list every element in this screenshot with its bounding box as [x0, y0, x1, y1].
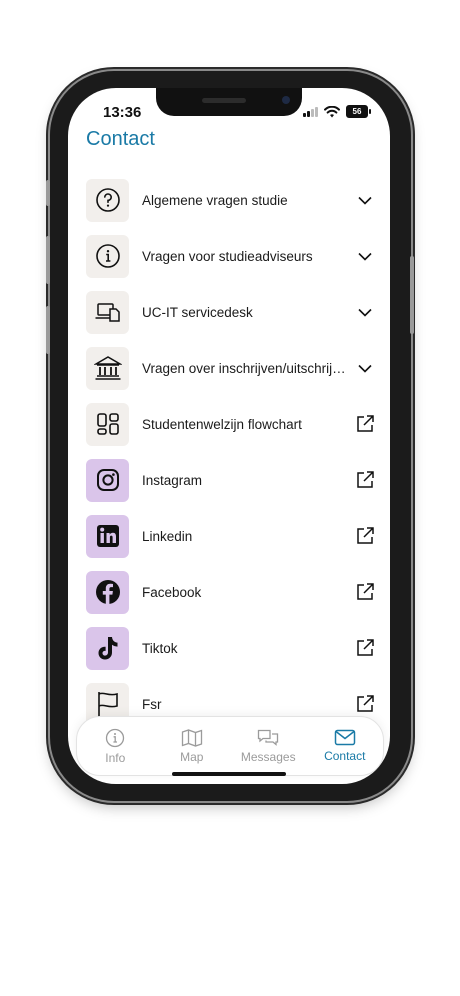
- mail-icon: [334, 729, 355, 746]
- list-item-label: Vragen voor studieadviseurs: [142, 248, 313, 264]
- contact-list: Algemene vragen studie Vragen voor studi…: [68, 172, 390, 732]
- status-icons: 56: [303, 105, 371, 118]
- wifi-icon: [324, 105, 340, 117]
- list-item-label: Facebook: [142, 584, 202, 600]
- chevron-down-icon[interactable]: [354, 189, 376, 211]
- external-link-icon[interactable]: [354, 469, 376, 491]
- list-item[interactable]: Vragen over inschrijven/uitschrijven: [68, 340, 390, 396]
- home-indicator[interactable]: [172, 772, 286, 776]
- chevron-down-icon[interactable]: [354, 301, 376, 323]
- list-item[interactable]: Studentenwelzijn flowchart: [68, 396, 390, 452]
- external-link-icon[interactable]: [354, 525, 376, 547]
- mute-switch: [46, 180, 50, 206]
- notch: [156, 88, 302, 116]
- status-time: 13:36: [103, 104, 142, 121]
- linkedin-icon: [86, 514, 129, 558]
- list-item[interactable]: Linkedin: [68, 508, 390, 564]
- tab-contact-label: Contact: [324, 749, 366, 763]
- list-item[interactable]: Tiktok: [68, 620, 390, 676]
- map-icon: [181, 728, 202, 747]
- chat-icon: [258, 729, 279, 746]
- grid-icon: [86, 402, 129, 446]
- tab-map-label: Map: [180, 749, 204, 764]
- facebook-icon: [86, 570, 129, 614]
- volume-down-button: [46, 306, 50, 354]
- tab-map[interactable]: Map: [154, 717, 231, 775]
- external-link-icon[interactable]: [354, 637, 376, 659]
- chevron-down-icon[interactable]: [354, 357, 376, 379]
- list-item[interactable]: Facebook: [68, 564, 390, 620]
- list-item-label: Vragen over inschrijven/uitschrijven: [142, 360, 348, 376]
- external-link-icon[interactable]: [354, 413, 376, 435]
- power-button: [410, 256, 414, 334]
- signal-icon: [303, 106, 318, 117]
- tab-bar: Info Map Messages Contact: [76, 716, 384, 776]
- external-link-icon[interactable]: [354, 581, 376, 603]
- list-item[interactable]: Instagram: [68, 452, 390, 508]
- tab-info[interactable]: Info: [77, 717, 154, 775]
- list-item-label: Algemene vragen studie: [142, 192, 288, 208]
- instagram-icon: [86, 458, 129, 502]
- tab-messages[interactable]: Messages: [230, 717, 307, 775]
- bank-icon: [86, 346, 129, 390]
- page-title: Contact: [86, 128, 155, 150]
- tab-messages-label: Messages: [240, 749, 296, 764]
- list-item-label: Studentenwelzijn flowchart: [142, 416, 302, 432]
- question-icon: [86, 178, 129, 222]
- list-item-label: Linkedin: [142, 528, 193, 544]
- screen: 13:36 56 Contact Algemene vragen studie: [68, 88, 390, 784]
- list-item-label: Tiktok: [142, 640, 178, 656]
- list-item[interactable]: Algemene vragen studie: [68, 172, 390, 228]
- info-icon: [86, 234, 129, 278]
- tab-info-label: Info: [105, 750, 126, 765]
- list-item-label: UC-IT servicedesk: [142, 304, 253, 320]
- tiktok-icon: [86, 626, 129, 670]
- speaker: [202, 98, 246, 103]
- chevron-down-icon[interactable]: [354, 245, 376, 267]
- list-item-label: Fsr: [142, 696, 162, 712]
- info-icon: [106, 728, 125, 747]
- list-item-label: Instagram: [142, 472, 203, 488]
- battery-icon: 56: [346, 105, 371, 118]
- laptop-document-icon: [86, 290, 129, 334]
- tab-contact[interactable]: Contact: [307, 717, 384, 775]
- volume-up-button: [46, 236, 50, 284]
- list-item[interactable]: Vragen voor studieadviseurs: [68, 228, 390, 284]
- camera: [282, 96, 290, 104]
- external-link-icon[interactable]: [354, 693, 376, 715]
- list-item[interactable]: UC-IT servicedesk: [68, 284, 390, 340]
